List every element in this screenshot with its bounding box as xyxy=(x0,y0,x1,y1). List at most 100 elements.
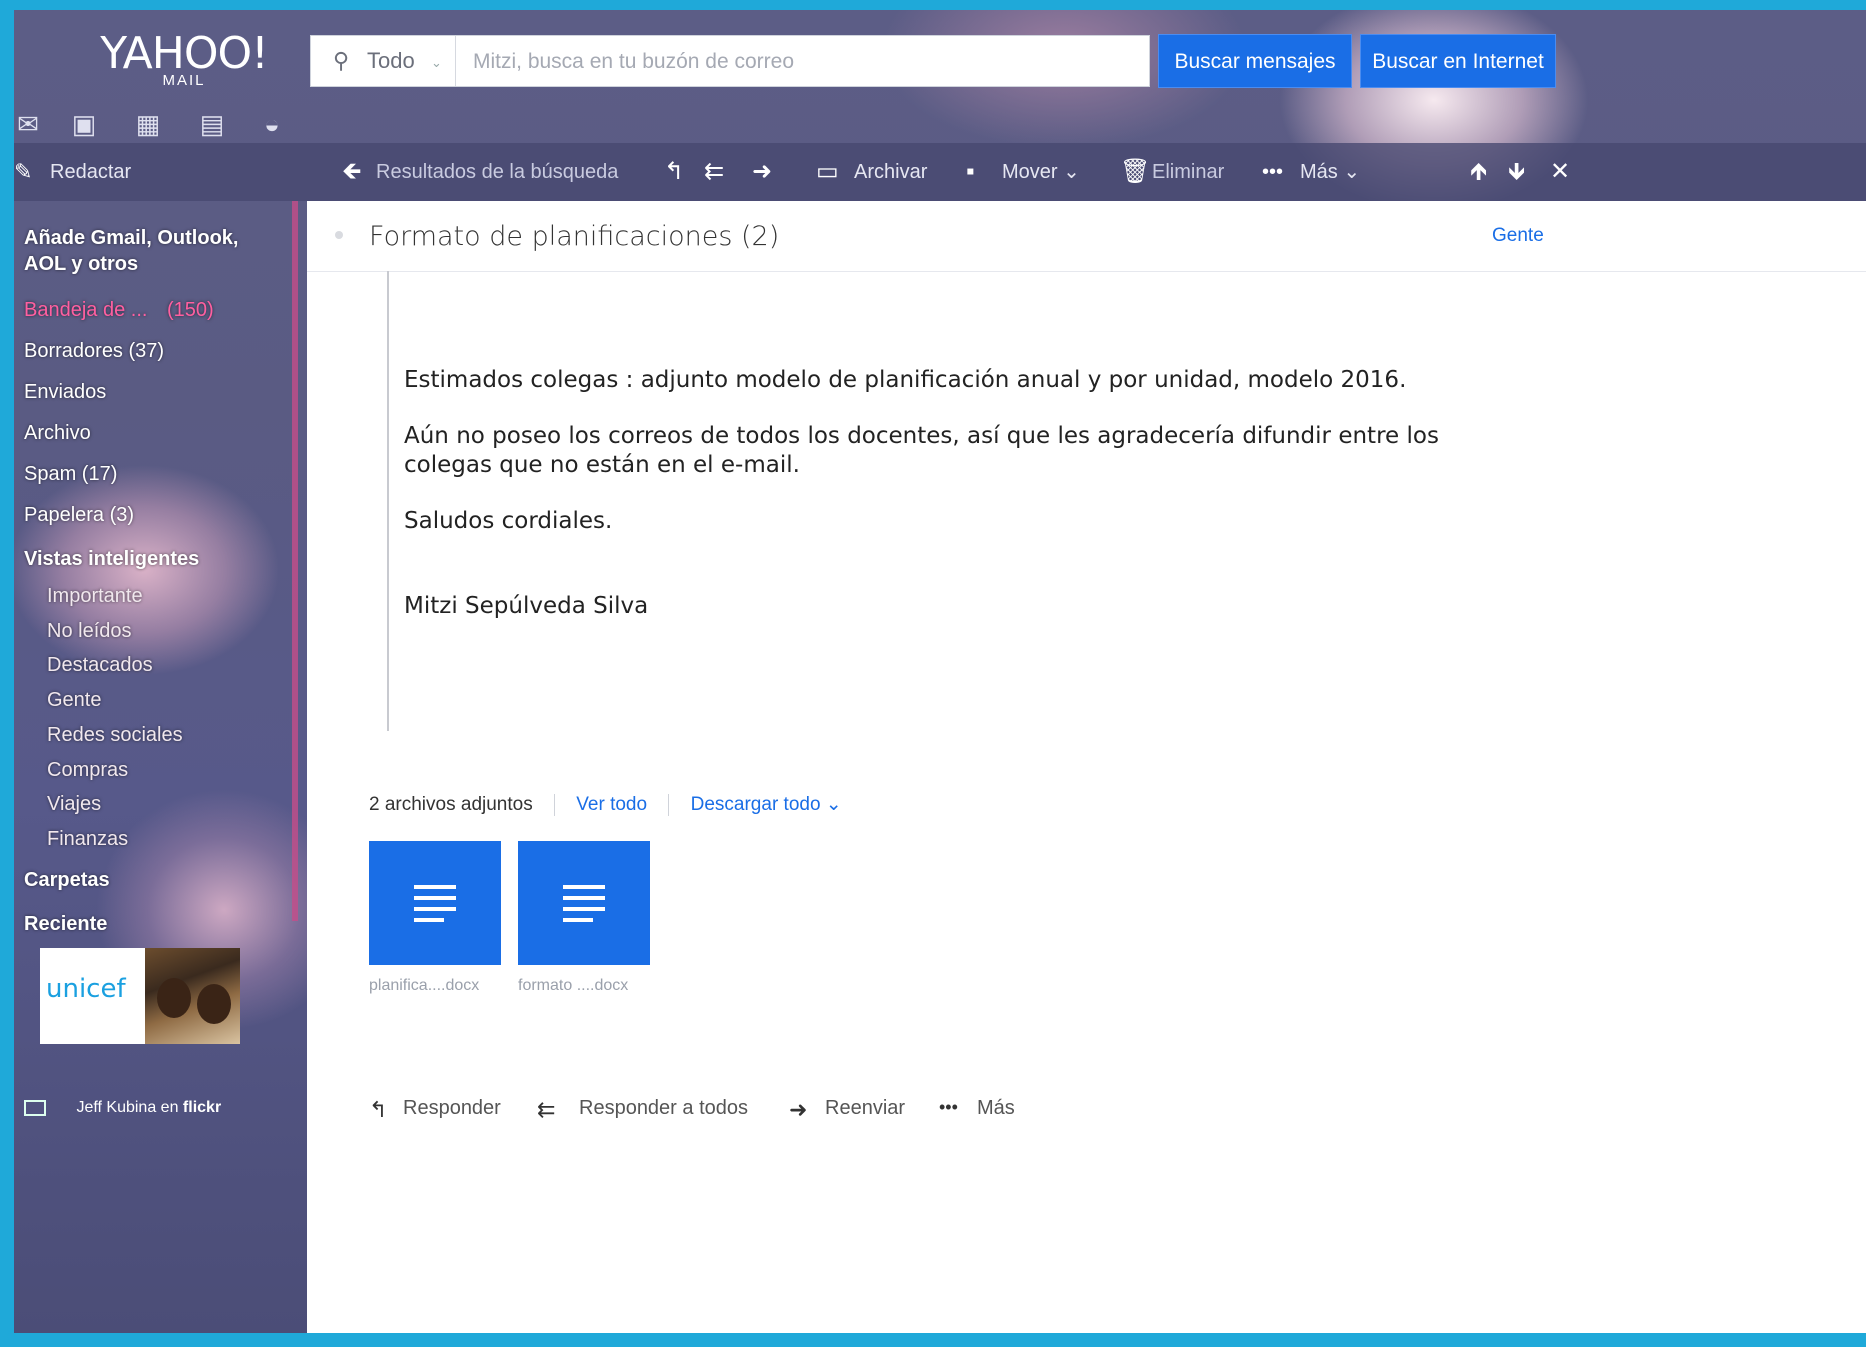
reply-icon[interactable]: ↰ xyxy=(664,143,684,201)
sidebar-item-shopping[interactable]: Compras xyxy=(47,759,128,782)
smart-views-heading[interactable]: Vistas inteligentes xyxy=(24,548,199,571)
yahoo-mail-logo[interactable]: YAHOO! MAIL xyxy=(64,28,304,90)
attachment-tile-2[interactable] xyxy=(518,841,650,965)
document-icon xyxy=(563,885,605,929)
ad-photo-child xyxy=(197,984,231,1024)
sidebar-item-travel[interactable]: Viajes xyxy=(47,793,101,816)
forward-icon: ➜ xyxy=(789,1097,808,1122)
attachments-bar: 2 archivos adjuntos Ver todo Descargar t… xyxy=(369,793,842,816)
search-results-link[interactable]: Resultados de la búsqueda xyxy=(376,143,618,201)
unicef-ad[interactable]: unicef xyxy=(40,948,240,1044)
calendar-icon[interactable]: ▦ xyxy=(134,110,162,138)
messenger-icon[interactable]: ◒ xyxy=(258,110,286,138)
attachment-tile-1[interactable] xyxy=(369,841,501,965)
flickr-label: flickr xyxy=(182,1099,222,1116)
add-accounts-line-1[interactable]: Añade Gmail, Outlook, xyxy=(24,227,238,250)
download-all-link[interactable]: Descargar todo ⌄ xyxy=(691,794,842,815)
ad-photo xyxy=(145,948,240,1044)
attachment-name-1[interactable]: planifica....docx xyxy=(369,977,479,995)
mail-icon[interactable]: ✉ xyxy=(14,110,42,138)
reply-all-icon: ⇇ xyxy=(537,1097,556,1122)
sidebar-item-inbox[interactable]: Bandeja de ... (150) xyxy=(24,299,214,322)
forward-icon[interactable]: ➜ xyxy=(752,143,772,201)
attachment-name-2[interactable]: formato ....docx xyxy=(518,977,628,995)
chevron-down-icon: ⌄ xyxy=(431,55,442,70)
view-all-link[interactable]: Ver todo xyxy=(576,794,647,815)
archive-button[interactable]: Archivar xyxy=(854,143,927,201)
trash-icon: 🗑 xyxy=(1120,158,1151,185)
sidebar-item-important[interactable]: Importante xyxy=(47,585,143,608)
more-button[interactable]: Más ⌄ xyxy=(1300,143,1360,201)
body-paragraph-1: Estimados colegas : adjunto modelo de pl… xyxy=(404,367,1407,393)
divider xyxy=(554,793,555,816)
search-mail-button[interactable]: Buscar mensajes xyxy=(1158,34,1352,88)
document-icon xyxy=(414,885,456,929)
message-subject: Formato de planificaciones (2) xyxy=(369,221,780,252)
folder-icon: ▪ xyxy=(966,158,975,185)
credit-text: Jeff Kubina en xyxy=(76,1099,179,1116)
sidebar-item-unread[interactable]: No leídos xyxy=(47,620,132,643)
body-paragraph-2a: Aún no poseo los correos de todos los do… xyxy=(404,423,1439,449)
quote-line xyxy=(387,271,389,731)
search-scope-label: Todo xyxy=(367,48,415,73)
reply-all-icon[interactable]: ⇇ xyxy=(704,143,724,201)
more-label: Más xyxy=(1300,161,1338,183)
reply-icon: ↰ xyxy=(369,1097,388,1122)
notepad-icon[interactable]: ▤ xyxy=(198,110,226,138)
sidebar-item-spam[interactable]: Spam (17) xyxy=(24,463,117,486)
message-toolbar: ✎ Redactar 🡸 Resultados de la búsqueda ↰… xyxy=(14,143,1866,201)
image-icon xyxy=(24,1099,46,1116)
reply-all-button[interactable]: Responder a todos xyxy=(579,1097,748,1120)
sidebar-scroll-rail[interactable] xyxy=(292,201,298,921)
search-scope-dropdown[interactable]: ⚲ Todo ⌄ xyxy=(311,36,456,86)
move-button[interactable]: Mover ⌄ xyxy=(1002,143,1080,201)
compose-icon: ✎ xyxy=(14,159,33,184)
download-all-label: Descargar todo xyxy=(690,794,821,815)
forward-button[interactable]: Reenviar xyxy=(825,1097,905,1120)
previous-message-icon[interactable]: 🡹 xyxy=(1470,143,1487,201)
sidebar-item-starred[interactable]: Destacados xyxy=(47,654,153,677)
archive-icon: ▭ xyxy=(816,158,839,185)
delete-button[interactable]: Eliminar xyxy=(1152,143,1224,201)
logo-wordmark: YAHOO! xyxy=(100,28,269,79)
more-dots-icon: ••• xyxy=(1262,161,1284,183)
sidebar: Añade Gmail, Outlook, AOL y otros Bandej… xyxy=(14,201,304,1333)
recent-heading[interactable]: Reciente xyxy=(24,913,107,936)
message-pane: Formato de planificaciones (2) Gente Est… xyxy=(307,201,1866,1333)
subject-bar: Formato de planificaciones (2) Gente xyxy=(307,201,1866,272)
contacts-icon[interactable]: ▣ xyxy=(70,110,98,138)
sidebar-item-trash[interactable]: Papelera (3) xyxy=(24,504,134,527)
attachments-count: 2 archivos adjuntos xyxy=(369,794,533,815)
sidebar-item-social[interactable]: Redes sociales xyxy=(47,724,183,747)
more-actions-button[interactable]: Más xyxy=(977,1097,1015,1120)
move-label: Mover xyxy=(1002,161,1058,183)
sidebar-item-drafts[interactable]: Borradores (37) xyxy=(24,340,164,363)
mail-window: YAHOO! MAIL ✉ ▣ ▦ ▤ ◒ ⚲ Todo ⌄ Buscar me… xyxy=(14,10,1866,1333)
next-message-icon[interactable]: 🡻 xyxy=(1508,143,1525,201)
back-arrow-icon[interactable]: 🡸 xyxy=(342,143,362,201)
divider xyxy=(668,793,670,816)
search-icon: ⚲ xyxy=(333,48,350,73)
collapse-dot-icon[interactable] xyxy=(335,231,343,239)
body-greeting: Saludos cordiales. xyxy=(404,508,613,534)
ad-photo-child xyxy=(157,978,191,1018)
folders-heading[interactable]: Carpetas xyxy=(24,869,110,892)
body-signature: Mitzi Sepúlveda Silva xyxy=(404,593,649,619)
body-paragraph-2b: colegas que no están en el e-mail. xyxy=(404,452,800,478)
sidebar-item-sent[interactable]: Enviados xyxy=(24,381,106,404)
search-input[interactable] xyxy=(471,36,1135,88)
compose-button[interactable]: Redactar xyxy=(50,143,131,201)
inbox-count: (150) xyxy=(167,299,214,321)
sidebar-item-finance[interactable]: Finanzas xyxy=(47,828,128,851)
unicef-wordmark: unicef xyxy=(46,974,126,1004)
close-icon[interactable]: ✕ xyxy=(1550,143,1570,201)
photo-credit[interactable]: Jeff Kubina en flickr xyxy=(24,1099,221,1117)
search-web-button[interactable]: Buscar en Internet xyxy=(1360,34,1556,88)
reply-button[interactable]: Responder xyxy=(403,1097,501,1120)
more-dots-icon: ••• xyxy=(939,1097,958,1117)
add-accounts-line-2[interactable]: AOL y otros xyxy=(24,253,138,276)
sidebar-item-archive[interactable]: Archivo xyxy=(24,422,91,445)
sidebar-item-people[interactable]: Gente xyxy=(47,689,101,712)
inbox-label: Bandeja de ... xyxy=(24,299,148,321)
people-link[interactable]: Gente xyxy=(1492,225,1544,247)
